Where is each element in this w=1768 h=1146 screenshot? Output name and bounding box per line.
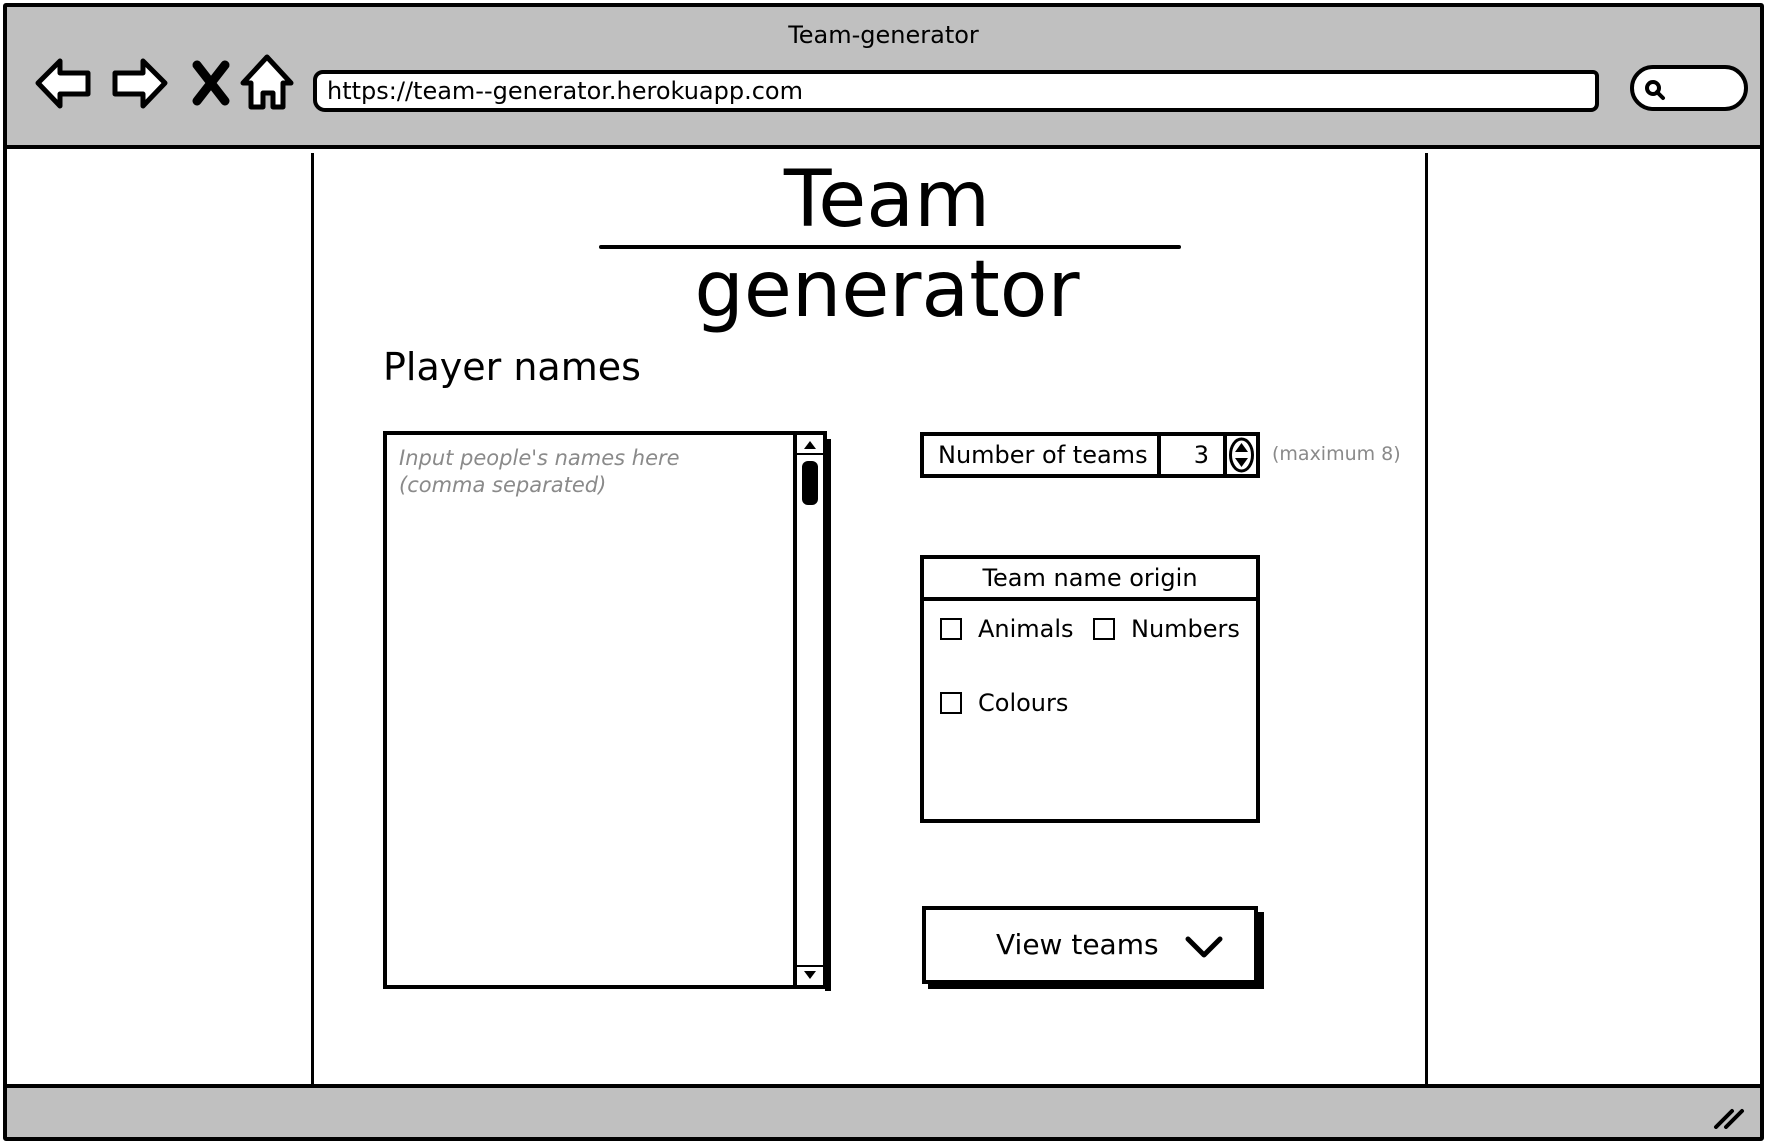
stop-icon[interactable] [179, 51, 243, 115]
browser-toolbar: Team-generator https://team--generator.h… [7, 7, 1760, 149]
player-names-label: Player names [383, 345, 641, 389]
forward-arrow-icon[interactable] [107, 51, 171, 115]
browser-search-field[interactable] [1630, 65, 1748, 111]
team-name-origin-header: Team name origin [924, 559, 1256, 601]
checkbox-animals-box[interactable] [940, 618, 962, 640]
chevron-down-icon [1185, 936, 1223, 958]
number-of-teams-label: Number of teams [924, 436, 1161, 474]
back-arrow-icon[interactable] [32, 51, 96, 115]
search-icon [1645, 80, 1665, 100]
number-of-teams-stepper[interactable] [1227, 436, 1256, 474]
resize-grip-icon[interactable] [1712, 1103, 1746, 1129]
checkbox-colours-box[interactable] [940, 692, 962, 714]
triangle-down-icon [804, 971, 816, 979]
number-of-teams-hint: (maximum 8) [1272, 443, 1401, 465]
checkbox-colours[interactable]: Colours [940, 689, 1068, 717]
window-title: Team-generator [788, 21, 979, 49]
textarea-scrollbar[interactable] [793, 435, 823, 985]
view-teams-label: View teams [996, 928, 1159, 961]
checkbox-animals[interactable]: Animals [940, 615, 1074, 643]
home-icon[interactable] [235, 51, 299, 115]
textarea-shadow [825, 439, 831, 991]
triangle-up-icon [804, 441, 816, 449]
number-of-teams-field: Number of teams 3 [920, 432, 1260, 478]
scroll-down-button[interactable] [797, 965, 823, 983]
page-title-underline [599, 245, 1181, 249]
checkbox-numbers[interactable]: Numbers [1093, 615, 1240, 643]
checkbox-animals-label: Animals [978, 615, 1074, 643]
number-of-teams-input[interactable]: 3 [1161, 436, 1227, 474]
checkbox-numbers-label: Numbers [1131, 615, 1240, 643]
view-teams-button[interactable]: View teams [922, 906, 1258, 984]
scroll-up-button[interactable] [797, 437, 823, 455]
checkbox-numbers-box[interactable] [1093, 618, 1115, 640]
content-left-border [311, 153, 314, 1092]
player-names-placeholder: Input people's names here (comma separat… [399, 446, 680, 497]
browser-window: Team-generator https://team--generator.h… [3, 3, 1764, 1141]
player-names-textarea[interactable]: Input people's names here (comma separat… [383, 431, 827, 989]
scroll-thumb[interactable] [802, 461, 818, 505]
address-bar[interactable]: https://team--generator.herokuapp.com [313, 70, 1599, 112]
checkbox-colours-label: Colours [978, 689, 1069, 717]
browser-status-bar [7, 1084, 1760, 1137]
stepper-arrows-icon [1229, 437, 1254, 473]
content-right-border [1425, 153, 1428, 1092]
team-name-origin-panel: Team name origin Animals Numbers Colours [920, 555, 1260, 823]
